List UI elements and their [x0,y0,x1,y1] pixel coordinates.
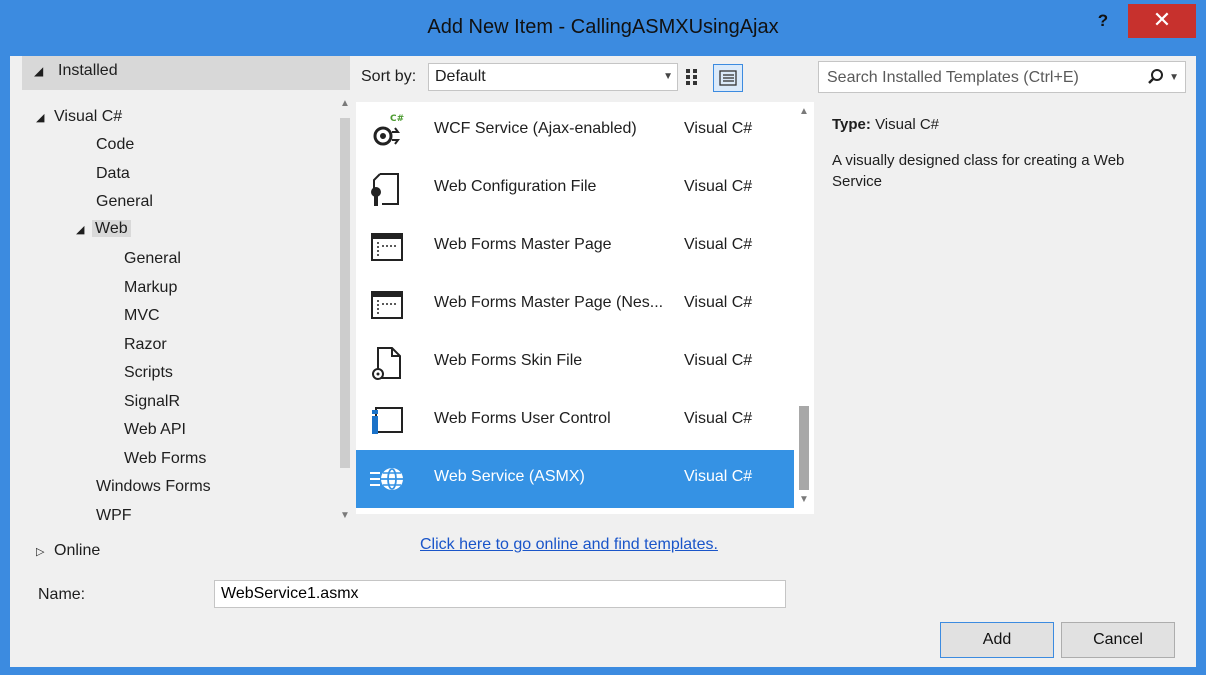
tree-item-label: Visual C# [54,108,123,125]
template-description: A visually designed class for creating a… [832,152,1125,190]
scroll-up-icon[interactable]: ▲ [338,98,352,109]
tree-item-web-api[interactable]: Web API [124,421,186,439]
skin-file-icon [368,344,406,382]
tree-item-scripts[interactable]: Scripts [124,364,173,382]
type-line: Type: Visual C# [832,116,939,133]
template-name: Web Forms Skin File [434,352,583,369]
title-bar[interactable]: Add New Item - CallingASMXUsingAjax ? ✕ [0,0,1206,56]
search-icon[interactable] [1147,68,1165,91]
tree-item-web[interactable]: ◢ Web [76,220,131,238]
search-templates-input[interactable]: Search Installed Templates (Ctrl+E) ▼ [818,61,1186,93]
name-label: Name: [38,586,86,603]
close-button[interactable]: ✕ [1128,4,1196,38]
wcf-service-icon: C# [368,112,406,150]
tree-item-visual-csharp[interactable]: ◢ Visual C# [36,108,123,126]
dialog-body: ◢ Installed ◢ Visual C# Code Data Genera… [10,56,1196,667]
list-item[interactable]: Web Configuration File Visual C# [356,160,794,218]
tree-item-windows-forms[interactable]: Windows Forms [96,478,211,496]
template-name: Web Forms Master Page (Nes... [434,294,664,311]
dialog-window: Add New Item - CallingASMXUsingAjax ? ✕ … [0,0,1206,675]
list-item[interactable]: Web Forms Skin File Visual C# [356,334,794,392]
sort-by-value: Default [435,68,486,85]
master-page-icon [368,286,406,324]
add-button[interactable]: Add [940,622,1054,658]
collapse-arrow-icon[interactable]: ◢ [36,111,44,124]
scroll-down-icon[interactable]: ▼ [338,510,352,521]
sort-by-label: Sort by: [361,68,417,85]
list-item[interactable]: Web Service (ASMX) Visual C# [356,450,794,508]
template-language: Visual C# [684,120,753,137]
list-view-icon[interactable] [713,64,743,92]
template-language: Visual C# [684,468,753,485]
list-item[interactable]: Web Forms Master Page Visual C# [356,218,794,276]
template-language: Visual C# [684,410,753,427]
template-language: Visual C# [684,236,753,253]
template-tree: ◢ Installed ◢ Visual C# Code Data Genera… [16,56,356,574]
name-field[interactable] [214,580,786,608]
template-list-scrollbar[interactable]: ▲ ▼ [794,102,814,514]
type-value: Visual C# [875,116,940,133]
help-button[interactable]: ? [1090,8,1116,34]
template-language: Visual C# [684,352,753,369]
scroll-up-icon[interactable]: ▲ [797,106,811,117]
template-name: Web Forms Master Page [434,236,612,253]
expand-arrow-icon[interactable]: ▷ [36,545,44,558]
sort-by-select[interactable]: Default ▼ [428,63,678,91]
tree-scroll-thumb[interactable] [340,118,350,468]
details-pane: Type: Visual C# A visually designed clas… [824,102,1194,514]
collapse-arrow-icon[interactable]: ◢ [34,64,43,78]
tree-item-mvc[interactable]: MVC [124,307,160,325]
tree-item-markup[interactable]: Markup [124,279,177,297]
template-language: Visual C# [684,294,753,311]
chevron-down-icon: ▼ [663,71,673,82]
list-item[interactable]: Web Forms User Control Visual C# [356,392,794,450]
search-placeholder: Search Installed Templates (Ctrl+E) [827,69,1079,86]
tree-item-label: Online [54,542,101,559]
tree-header-installed[interactable]: ◢ Installed [22,56,350,90]
small-icons-view-icon[interactable] [682,66,704,88]
list-item[interactable]: Web Forms Master Page (Nes... Visual C# [356,276,794,334]
master-page-icon [368,228,406,266]
tree-item-web-forms[interactable]: Web Forms [124,450,206,468]
template-name: Web Forms User Control [434,410,611,427]
list-item[interactable]: C# WCF Service (Ajax-enabled) Visual C# [356,102,794,160]
online-templates-link[interactable]: Click here to go online and find templat… [420,536,718,554]
template-name: Web Configuration File [434,178,597,195]
collapse-arrow-icon[interactable]: ◢ [76,223,84,236]
template-name: Web Service (ASMX) [434,468,585,485]
type-label: Type: [832,116,871,133]
cancel-button[interactable]: Cancel [1061,622,1175,658]
chevron-down-icon[interactable]: ▼ [1169,72,1179,83]
tree-item-general[interactable]: General [96,193,153,211]
tree-item-code[interactable]: Code [96,136,134,154]
tree-item-data[interactable]: Data [96,165,130,183]
installed-label: Installed [58,62,118,79]
svg-text:C#: C# [390,114,404,124]
tree-item-signalr[interactable]: SignalR [124,393,180,411]
scroll-down-icon[interactable]: ▼ [797,494,811,505]
tree-item-web-general[interactable]: General [124,250,181,268]
config-file-icon [368,170,406,208]
tree-item-label: Web [92,220,131,237]
template-list: C# WCF Service (Ajax-enabled) Visual C# [356,102,814,514]
web-service-icon [368,460,406,498]
tree-item-razor[interactable]: Razor [124,336,167,354]
list-scroll-thumb[interactable] [799,406,809,490]
tree-item-wpf[interactable]: WPF [96,507,132,525]
template-language: Visual C# [684,178,753,195]
user-control-icon [368,402,406,440]
tree-item-online[interactable]: ▷ Online [36,542,101,560]
template-name: WCF Service (Ajax-enabled) [434,120,637,137]
tree-scrollbar[interactable]: ▲ ▼ [338,98,352,568]
window-title: Add New Item - CallingASMXUsingAjax [427,16,779,38]
